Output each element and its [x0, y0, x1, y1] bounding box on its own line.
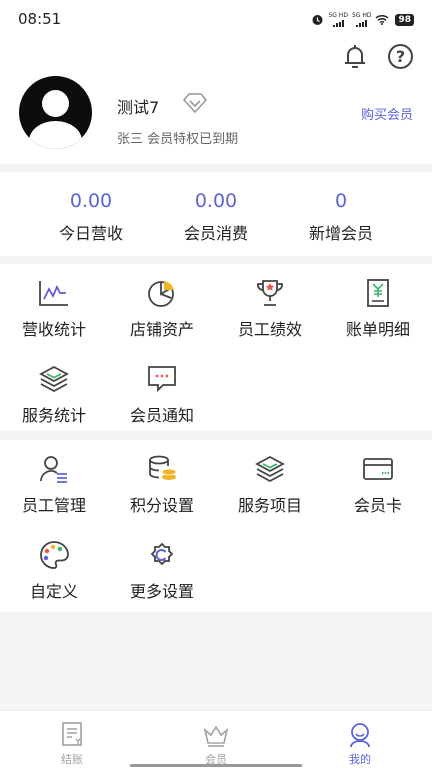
status-bar: 08:51 5G HD 5G HD 98 [0, 0, 432, 38]
menu-label: 店铺资产 [129, 320, 194, 339]
diamond-icon [182, 93, 208, 114]
menu-label: 服务项目 [237, 496, 302, 515]
net-label-2: 5G HD [351, 12, 372, 19]
profile-name: 测试7 [117, 98, 160, 117]
tab-label: 我的 [349, 753, 371, 766]
trophy-icon [257, 280, 283, 306]
settings-section: 员工管理 积分设置 服务项目 会员卡 自定义 更多设置 [0, 440, 432, 612]
menu-service-items[interactable]: 服务项目 [216, 454, 324, 516]
stat-label: 会员消费 [183, 224, 248, 243]
menu-label: 服务统计 [21, 406, 86, 425]
staff-icon [40, 456, 67, 483]
battery-level: 98 [395, 13, 414, 26]
menu-label: 员工绩效 [237, 320, 302, 339]
stat-new-members[interactable]: 0 新增会员 [271, 190, 411, 244]
menu-label: 自定义 [29, 582, 78, 601]
avatar[interactable] [19, 76, 92, 149]
menu-label: 更多设置 [129, 582, 194, 601]
layers-icon [255, 455, 285, 483]
menu-service-stats[interactable]: 服务统计 [0, 364, 108, 426]
menu-bill-detail[interactable]: 账单明细 [324, 278, 432, 340]
stat-value: 0.00 [69, 190, 113, 212]
tab-checkout[interactable]: 结账 [32, 721, 112, 767]
menu-points-settings[interactable]: 积分设置 [108, 454, 216, 516]
tab-bar: 结账 会员 我的 [0, 710, 432, 768]
bell-icon[interactable] [340, 42, 370, 72]
gear-icon [150, 542, 174, 566]
menu-label: 会员卡 [353, 496, 402, 515]
pie-chart-icon [148, 281, 174, 307]
coins-icon [149, 455, 177, 480]
profile-status: 张三 会员特权已到期 [117, 132, 239, 147]
bill-icon [367, 279, 389, 307]
person-icon [350, 723, 370, 748]
profile-card: 测试7 张三 会员特权已到期 购买会员 [0, 74, 432, 164]
buy-member-link[interactable]: 购买会员 [361, 104, 413, 123]
top-actions: ? [0, 38, 432, 74]
menu-staff-manage[interactable]: 员工管理 [0, 454, 108, 516]
card-icon [363, 458, 393, 480]
stats-panel: 0.00 今日营收 0.00 会员消费 0 新增会员 [0, 172, 432, 256]
net-label-1: 5G HD [328, 12, 348, 19]
menu-label: 员工管理 [21, 496, 86, 515]
home-indicator[interactable] [130, 764, 302, 767]
menu-customize[interactable]: 自定义 [0, 540, 108, 602]
menu-label: 积分设置 [129, 496, 194, 515]
signal-1: 5G HD [328, 12, 348, 27]
menu-staff-performance[interactable]: 员工绩效 [216, 278, 324, 340]
palette-icon [40, 541, 69, 569]
crown-icon [203, 725, 229, 747]
menu-member-notify[interactable]: 会员通知 [108, 364, 216, 426]
help-icon[interactable]: ? [388, 44, 413, 69]
tab-member[interactable]: 会员 [176, 721, 256, 767]
menu-label: 账单明细 [345, 320, 410, 339]
menu-store-assets[interactable]: 店铺资产 [108, 278, 216, 340]
stat-value: 0.00 [194, 190, 238, 212]
reports-section: 营收统计 店铺资产 员工绩效 账单明细 服务统计 会员通知 [0, 264, 432, 430]
wifi-icon [375, 14, 389, 25]
message-icon [148, 366, 176, 393]
menu-more-settings[interactable]: 更多设置 [108, 540, 216, 602]
stat-label: 新增会员 [308, 224, 373, 243]
stat-label: 今日营收 [58, 224, 123, 243]
menu-label: 营收统计 [21, 320, 86, 339]
menu-revenue-stats[interactable]: 营收统计 [0, 278, 108, 340]
menu-member-card[interactable]: 会员卡 [324, 454, 432, 516]
receipt-icon [62, 722, 82, 746]
alarm-icon [312, 15, 323, 25]
status-time: 08:51 [18, 10, 62, 28]
menu-label: 会员通知 [129, 406, 194, 425]
stat-revenue-today[interactable]: 0.00 今日营收 [21, 190, 161, 244]
signal-2: 5G HD [351, 12, 372, 27]
stat-member-spend[interactable]: 0.00 会员消费 [146, 190, 286, 244]
stat-value: 0 [334, 190, 348, 212]
tab-label: 结账 [61, 753, 83, 766]
status-icons: 5G HD 5G HD 98 [311, 12, 414, 27]
layers-icon [39, 365, 69, 393]
tab-mine[interactable]: 我的 [320, 721, 400, 767]
line-chart-icon [39, 281, 68, 306]
